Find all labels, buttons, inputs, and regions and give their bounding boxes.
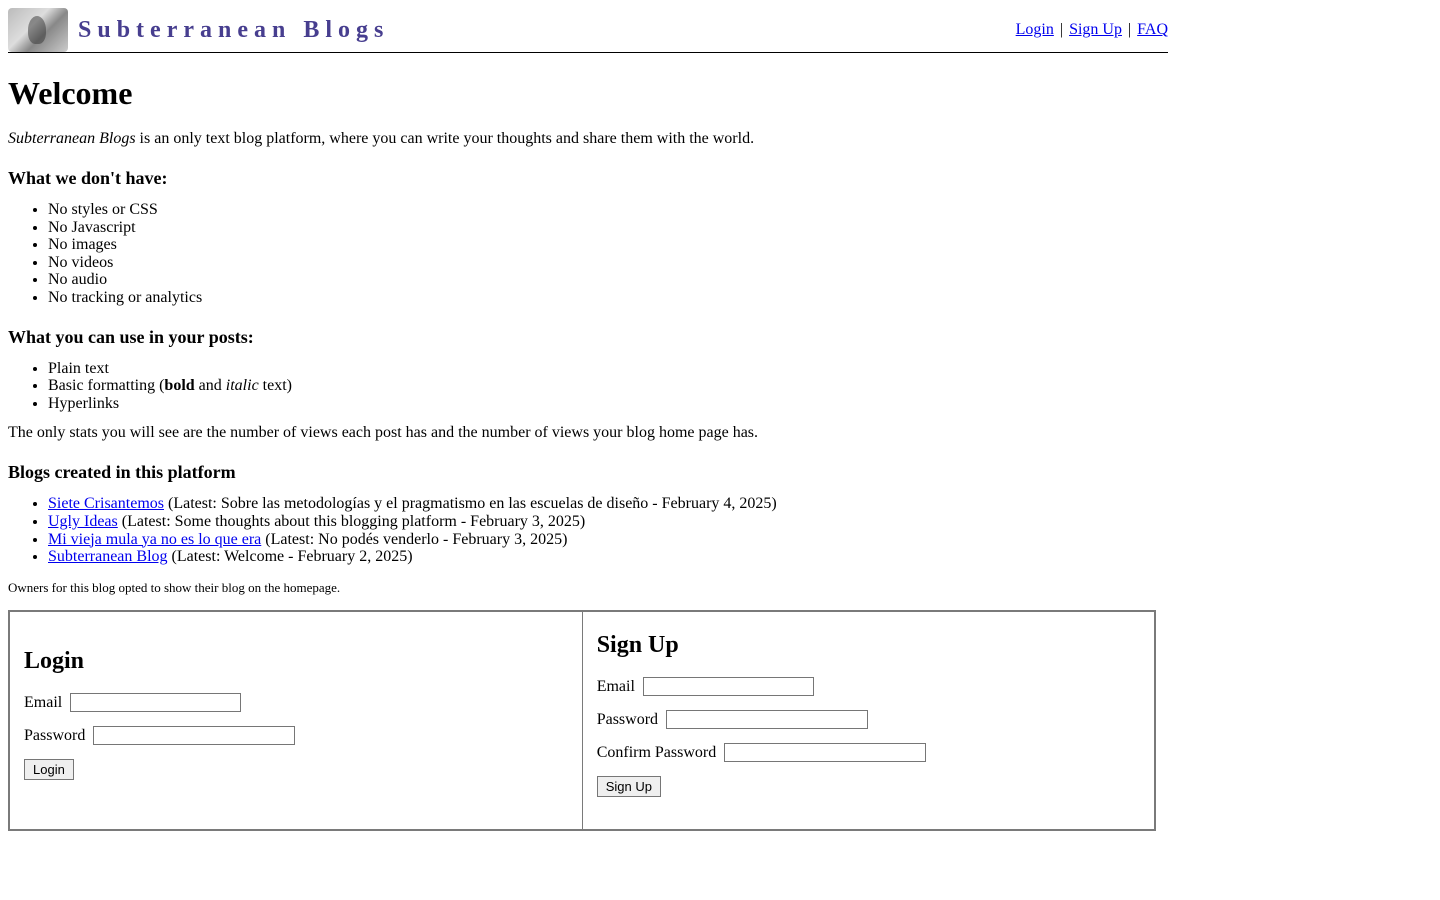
signup-title: Sign Up	[597, 632, 1141, 659]
login-email-label: Email	[24, 694, 62, 711]
intro-paragraph: Subterranean Blogs is an only text blog …	[8, 130, 1168, 148]
blog-link[interactable]: Subterranean Blog	[48, 548, 168, 565]
list-item: Subterranean Blog (Latest: Welcome - Feb…	[48, 548, 1168, 566]
dont-have-list: No styles or CSS No Javascript No images…	[8, 201, 1168, 307]
signup-confirm-label: Confirm Password	[597, 744, 717, 761]
list-item: Mi vieja mula ya no es lo que era (Lates…	[48, 531, 1168, 549]
blog-link[interactable]: Mi vieja mula ya no es lo que era	[48, 531, 261, 548]
blog-latest: (Latest: Sobre las metodologías y el pra…	[164, 495, 777, 512]
can-use-list: Plain text Basic formatting (bold and it…	[8, 360, 1168, 413]
nav-faq-link[interactable]: FAQ	[1137, 21, 1168, 38]
blogs-heading: Blogs created in this platform	[8, 462, 1168, 483]
signup-password-input[interactable]	[666, 710, 868, 729]
signup-cell: Sign Up Email Password Confirm Password …	[582, 611, 1155, 830]
login-password-label: Password	[24, 727, 85, 744]
intro-brand: Subterranean Blogs	[8, 130, 136, 147]
bold-text: bold	[164, 377, 194, 394]
blog-link[interactable]: Ugly Ideas	[48, 513, 118, 530]
blogs-list: Siete Crisantemos (Latest: Sobre las met…	[8, 495, 1168, 565]
list-item: No styles or CSS	[48, 201, 1168, 219]
nav-separator: |	[1056, 21, 1067, 38]
intro-text: is an only text blog platform, where you…	[136, 130, 755, 147]
signup-email-input[interactable]	[643, 677, 814, 696]
auth-forms-table: Login Email Password Login Sign Up Email	[8, 610, 1156, 831]
nav-login-link[interactable]: Login	[1016, 21, 1054, 38]
stats-paragraph: The only stats you will see are the numb…	[8, 424, 1168, 442]
login-email-input[interactable]	[70, 693, 241, 712]
login-button[interactable]: Login	[24, 759, 74, 780]
signup-email-label: Email	[597, 678, 635, 695]
site-logo-icon	[8, 8, 68, 52]
list-item: Hyperlinks	[48, 395, 1168, 413]
text-fragment: and	[195, 377, 226, 394]
page-title: Welcome	[8, 75, 1168, 112]
list-item: No tracking or analytics	[48, 289, 1168, 307]
owners-note: Owners for this blog opted to show their…	[8, 580, 1168, 596]
login-cell: Login Email Password Login	[9, 611, 582, 830]
text-fragment: Basic formatting (	[48, 377, 164, 394]
signup-password-label: Password	[597, 711, 658, 728]
list-item: No videos	[48, 254, 1168, 272]
nav-signup-link[interactable]: Sign Up	[1069, 21, 1122, 38]
login-title: Login	[24, 648, 568, 675]
blog-latest: (Latest: No podés venderlo - February 3,…	[261, 531, 567, 548]
text-fragment: text)	[259, 377, 292, 394]
dont-have-heading: What we don't have:	[8, 168, 1168, 189]
italic-text: italic	[226, 377, 259, 394]
list-item: Basic formatting (bold and italic text)	[48, 377, 1168, 395]
blog-link[interactable]: Siete Crisantemos	[48, 495, 164, 512]
can-use-heading: What you can use in your posts:	[8, 327, 1168, 348]
list-item: Ugly Ideas (Latest: Some thoughts about …	[48, 513, 1168, 531]
list-item: No Javascript	[48, 219, 1168, 237]
nav-separator: |	[1124, 21, 1135, 38]
site-header: Subterranean Blogs Login | Sign Up | FAQ	[8, 8, 1168, 53]
signup-confirm-input[interactable]	[724, 743, 926, 762]
login-password-input[interactable]	[93, 726, 295, 745]
header-nav: Login | Sign Up | FAQ	[1016, 21, 1168, 39]
list-item: Plain text	[48, 360, 1168, 378]
site-title: Subterranean Blogs	[78, 17, 389, 44]
blog-latest: (Latest: Welcome - February 2, 2025)	[168, 548, 413, 565]
blog-latest: (Latest: Some thoughts about this bloggi…	[118, 513, 586, 530]
list-item: Siete Crisantemos (Latest: Sobre las met…	[48, 495, 1168, 513]
signup-button[interactable]: Sign Up	[597, 776, 661, 797]
list-item: No audio	[48, 271, 1168, 289]
list-item: No images	[48, 236, 1168, 254]
